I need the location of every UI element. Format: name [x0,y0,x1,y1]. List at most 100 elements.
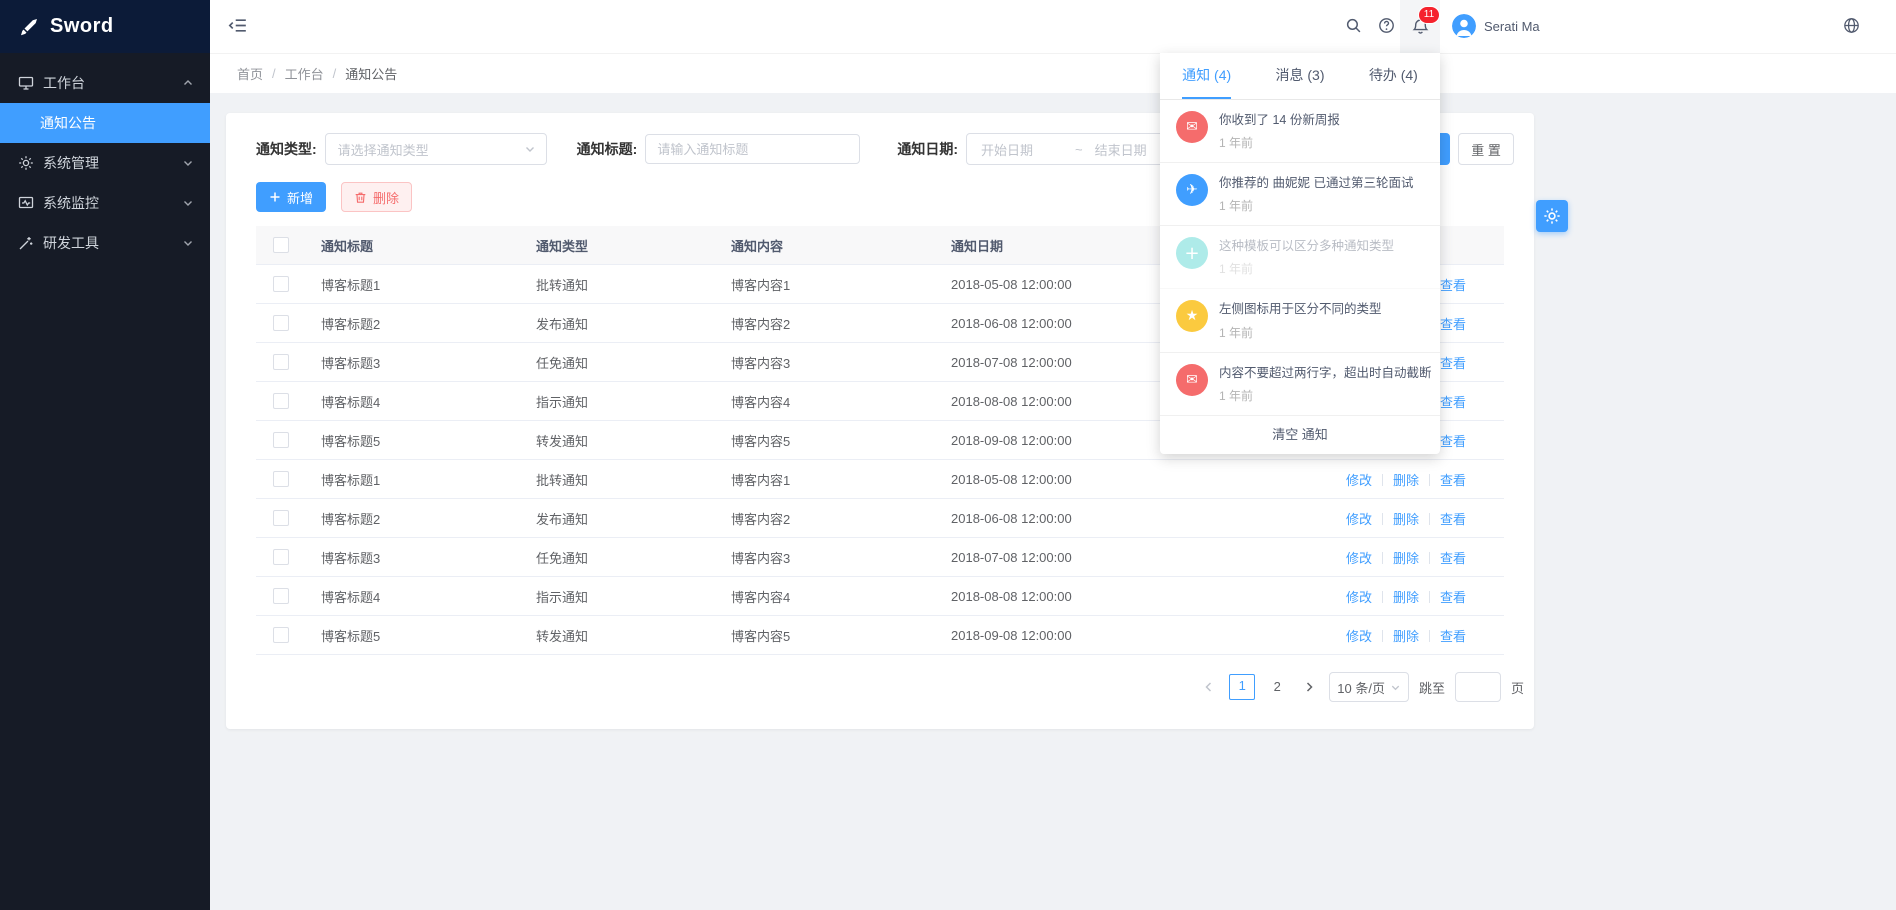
row-checkbox[interactable] [273,588,289,604]
add-button[interactable]: 新增 [256,182,326,212]
pager-next-icon[interactable] [1299,675,1319,699]
breadcrumb-current: 通知公告 [345,64,397,83]
notification-item[interactable]: ✈ 你推荐的 曲妮妮 已通过第三轮面试 1 年前 [1160,163,1440,226]
tab-notices[interactable]: 通知 (4) [1160,53,1253,99]
edit-link[interactable]: 修改 [1346,473,1372,488]
row-checkbox[interactable] [273,276,289,292]
view-link[interactable]: 查看 [1440,395,1466,410]
delete-link[interactable]: 删除 [1393,512,1419,527]
cell-title: 博客标题5 [306,616,521,655]
cell-content: 博客内容2 [716,499,936,538]
cell-date: 2018-06-08 12:00:00 [936,499,1216,538]
notification-item[interactable]: ✉ 你收到了 14 份新周报 1 年前 [1160,100,1440,163]
chevron-down-icon [182,157,194,169]
notification-item[interactable]: ✉ 内容不要超过两行字，超出时自动截断 1 年前 [1160,353,1440,416]
app-title: Sword [50,15,114,38]
page-size-select[interactable]: 10 条/页 [1329,672,1409,702]
star-icon: ★ [1176,300,1208,332]
cell-title: 博客标题5 [306,421,521,460]
mail-icon: ✉ [1176,364,1208,396]
row-checkbox[interactable] [273,627,289,643]
breadcrumb-home[interactable]: 首页 [237,64,263,83]
user-name[interactable]: Serati Ma [1484,0,1540,53]
view-link[interactable]: 查看 [1440,551,1466,566]
edit-link[interactable]: 修改 [1346,551,1372,566]
view-link[interactable]: 查看 [1440,317,1466,332]
paper-plane-icon: ✈ [1176,174,1208,206]
select-all-checkbox[interactable] [273,237,289,253]
sidebar-menu: 工作台 通知公告 系统管理 系统监控 [0,53,210,263]
top-header: 11 Serati Ma [210,0,1896,54]
pager-prev-icon[interactable] [1199,675,1219,699]
view-link[interactable]: 查看 [1440,434,1466,449]
end-date-input[interactable]: 结束日期 [1095,140,1147,159]
delete-link[interactable]: 删除 [1393,551,1419,566]
pagination: 1 2 10 条/页 跳至 页 [226,672,1524,702]
start-date-input[interactable]: 开始日期 [981,140,1063,159]
user-avatar[interactable] [1452,14,1476,38]
delete-link[interactable]: 删除 [1393,629,1419,644]
help-icon[interactable] [1378,17,1395,34]
sidebar-item-label: 通知公告 [40,113,194,133]
edit-link[interactable]: 修改 [1346,512,1372,527]
notification-title: 你收到了 14 份新周报 [1219,111,1340,129]
reset-button[interactable]: 重 置 [1458,133,1514,165]
tab-todos[interactable]: 待办 (4) [1347,53,1440,99]
plus-icon: + [1176,237,1208,269]
notification-item-read[interactable]: + 这种模板可以区分多种通知类型 1 年前 [1160,226,1440,289]
delete-link[interactable]: 删除 [1393,590,1419,605]
notice-type-select[interactable]: 请选择通知类型 [325,133,547,165]
cell-type: 任免通知 [521,343,716,382]
sidebar-item-notice-board[interactable]: 通知公告 [0,103,210,143]
page-number-2[interactable]: 2 [1265,675,1289,699]
view-link[interactable]: 查看 [1440,512,1466,527]
sidebar-collapse-icon[interactable] [228,16,247,35]
jump-page-input[interactable] [1455,672,1501,702]
view-link[interactable]: 查看 [1440,278,1466,293]
notifications-bell-button[interactable]: 11 [1400,0,1440,53]
link-divider [1429,591,1430,603]
cell-title: 博客标题1 [306,460,521,499]
sidebar-item-dev-tools[interactable]: 研发工具 [0,223,210,263]
breadcrumb-separator: / [272,66,276,81]
notification-dropdown: 通知 (4) 消息 (3) 待办 (4) ✉ 你收到了 14 份新周报 1 年前… [1160,53,1440,454]
breadcrumb-bar: 首页 / 工作台 / 通知公告 [210,54,1896,93]
row-checkbox[interactable] [273,549,289,565]
view-link[interactable]: 查看 [1440,356,1466,371]
cell-content: 博客内容1 [716,460,936,499]
edit-link[interactable]: 修改 [1346,629,1372,644]
row-checkbox[interactable] [273,432,289,448]
view-link[interactable]: 查看 [1440,629,1466,644]
notification-item[interactable]: ★ 左侧图标用于区分不同的类型 1 年前 [1160,289,1440,352]
delete-button[interactable]: 删除 [341,182,412,212]
view-link[interactable]: 查看 [1440,473,1466,488]
row-checkbox[interactable] [273,354,289,370]
search-icon[interactable] [1345,17,1362,34]
notice-date-label: 通知日期: [897,139,958,159]
page-number-1[interactable]: 1 [1229,674,1255,700]
cell-title: 博客标题1 [306,265,521,304]
theme-settings-button[interactable] [1536,200,1568,232]
cell-date: 2018-09-08 12:00:00 [936,616,1216,655]
cell-type: 批转通知 [521,265,716,304]
view-link[interactable]: 查看 [1440,590,1466,605]
sidebar-item-workbench[interactable]: 工作台 [0,63,210,103]
row-checkbox[interactable] [273,315,289,331]
row-checkbox[interactable] [273,510,289,526]
edit-link[interactable]: 修改 [1346,590,1372,605]
sidebar-item-system-management[interactable]: 系统管理 [0,143,210,183]
row-checkbox[interactable] [273,393,289,409]
notice-title-input[interactable] [645,134,860,164]
page-unit-label: 页 [1511,678,1524,697]
link-divider [1429,474,1430,486]
link-divider [1382,591,1383,603]
language-globe-icon[interactable] [1843,17,1860,34]
sidebar-item-system-monitor[interactable]: 系统监控 [0,183,210,223]
breadcrumb-workbench[interactable]: 工作台 [285,64,324,83]
clear-notifications-button[interactable]: 清空 通知 [1160,416,1440,454]
trash-icon [354,191,367,204]
row-checkbox[interactable] [273,471,289,487]
delete-link[interactable]: 删除 [1393,473,1419,488]
cell-type: 转发通知 [521,421,716,460]
tab-messages[interactable]: 消息 (3) [1253,53,1346,99]
